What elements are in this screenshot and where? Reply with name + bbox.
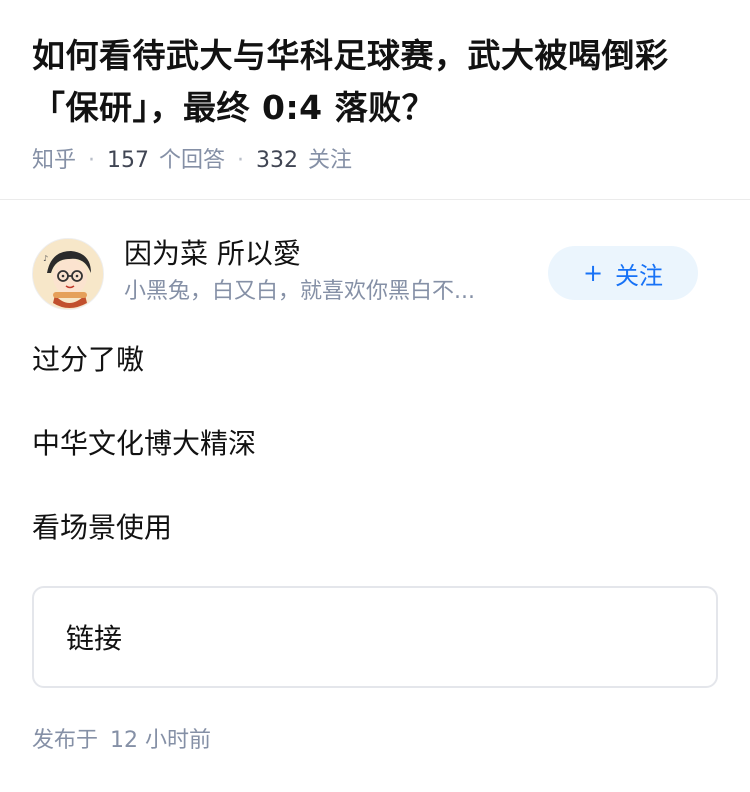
published-time-value: 12 小时前 [110, 728, 212, 753]
site-name[interactable]: 知乎 [32, 144, 76, 178]
answers-count: 157 [107, 148, 150, 173]
follow-button[interactable]: + 关注 [548, 246, 698, 300]
author-row: ♪ 因为菜 所以愛 小黑兔，白又白，就喜欢你黑白不... + 关注 [32, 232, 718, 312]
answer-paragraph: 中华文化博大精深 [32, 427, 257, 460]
link-card-label: 链接 [66, 622, 123, 655]
question-meta: 知乎 · 157 个回答 · 332 关注 [32, 144, 718, 178]
link-card[interactable]: 链接 [32, 586, 718, 688]
avatar-illustration-icon: ♪ [33, 239, 103, 309]
meta-separator: · [88, 148, 96, 173]
published-prefix: 发布于 [32, 728, 99, 753]
follow-label: 关注 [615, 261, 664, 290]
plus-icon: + [582, 259, 604, 287]
author-name[interactable]: 因为菜 所以愛 [124, 234, 301, 274]
author-bio: 小黑兔，白又白，就喜欢你黑白不... [124, 279, 475, 304]
answer-body: 过分了嗷 中华文化博大精深 看场景使用 [32, 338, 718, 590]
question-header: 如何看待武大与华科足球赛，武大被喝倒彩「保研」，最终 0:4 落败？ 知乎 · … [0, 0, 750, 178]
followers-count: 332 [256, 148, 299, 173]
followers-label: 关注 [308, 148, 353, 173]
published-time: 发布于 12 小时前 [32, 724, 211, 758]
answer-page: 如何看待武大与华科足球赛，武大被喝倒彩「保研」，最终 0:4 落败？ 知乎 · … [0, 0, 750, 792]
answer-paragraph: 过分了嗷 [32, 343, 145, 376]
avatar[interactable]: ♪ [32, 238, 104, 310]
answer-paragraph: 看场景使用 [32, 511, 173, 544]
answers-label[interactable]: 个回答 [159, 144, 225, 178]
question-title[interactable]: 如何看待武大与华科足球赛，武大被喝倒彩「保研」，最终 0:4 落败？ [32, 30, 718, 134]
svg-text:♪: ♪ [43, 254, 48, 263]
meta-separator: · [237, 148, 245, 173]
header-divider [0, 199, 750, 200]
